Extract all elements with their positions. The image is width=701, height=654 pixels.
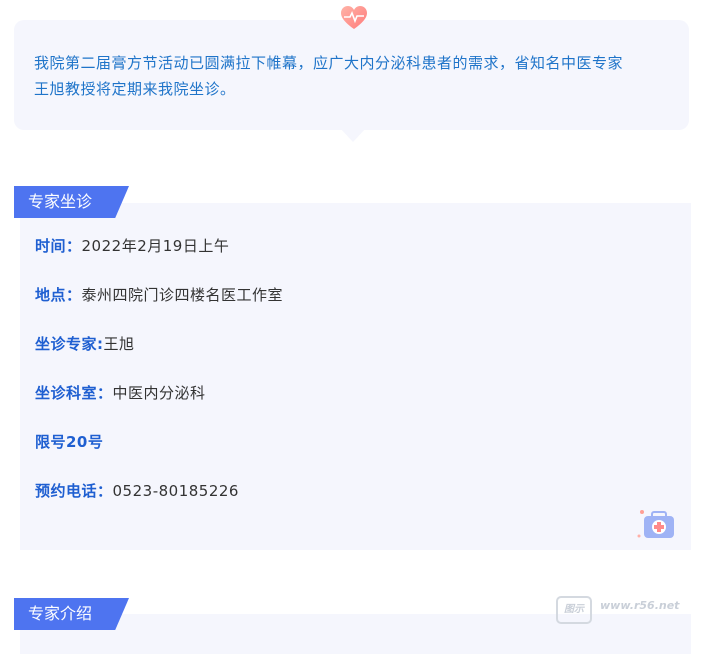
watermark-text: www.r56.net: [600, 599, 680, 612]
info-label: 预约电话：: [35, 482, 113, 500]
info-value: 王旭: [103, 335, 135, 353]
info-label: 时间：: [35, 237, 82, 255]
watermark: 图示 www.r56.net: [556, 596, 692, 626]
section-tag-expert-clinic: 专家坐诊: [14, 186, 129, 218]
watermark-logo-icon: 图示: [556, 596, 592, 624]
info-value[interactable]: 0523-80185226: [113, 482, 239, 500]
info-row-location: 地点：泰州四院门诊四楼名医工作室: [35, 285, 283, 305]
intro-line-2: 王旭教授将定期来我院坐诊。: [34, 80, 236, 98]
intro-pointer: [340, 128, 366, 142]
info-value: 2022年2月19日上午: [81, 237, 230, 255]
heart-pulse-icon: [341, 6, 367, 29]
info-row-phone: 预约电话：0523-80185226: [35, 481, 239, 501]
info-value: 泰州四院门诊四楼名医工作室: [81, 286, 284, 304]
info-label: 限号20号: [35, 433, 104, 451]
info-row-expert: 坐诊专家:王旭: [35, 334, 135, 354]
info-label: 坐诊科室：: [35, 384, 113, 402]
info-label: 坐诊专家:: [35, 335, 104, 353]
info-value: 中医内分泌科: [112, 384, 206, 402]
info-row-department: 坐诊科室：中医内分泌科: [35, 383, 206, 403]
info-row-time: 时间：2022年2月19日上午: [35, 236, 229, 256]
medical-kit-icon: [637, 510, 674, 538]
info-label: 地点：: [35, 286, 82, 304]
intro-line-1: 我院第二届膏方节活动已圆满拉下帷幕，应广大内分泌科患者的需求，省知名中医专家: [34, 54, 624, 72]
info-row-limit: 限号20号: [35, 432, 103, 452]
intro-text: 我院第二届膏方节活动已圆满拉下帷幕，应广大内分泌科患者的需求，省知名中医专家 王…: [34, 50, 674, 102]
intro-card: 我院第二届膏方节活动已圆满拉下帷幕，应广大内分泌科患者的需求，省知名中医专家 王…: [14, 20, 689, 130]
section-tag-expert-intro: 专家介绍: [14, 598, 129, 630]
